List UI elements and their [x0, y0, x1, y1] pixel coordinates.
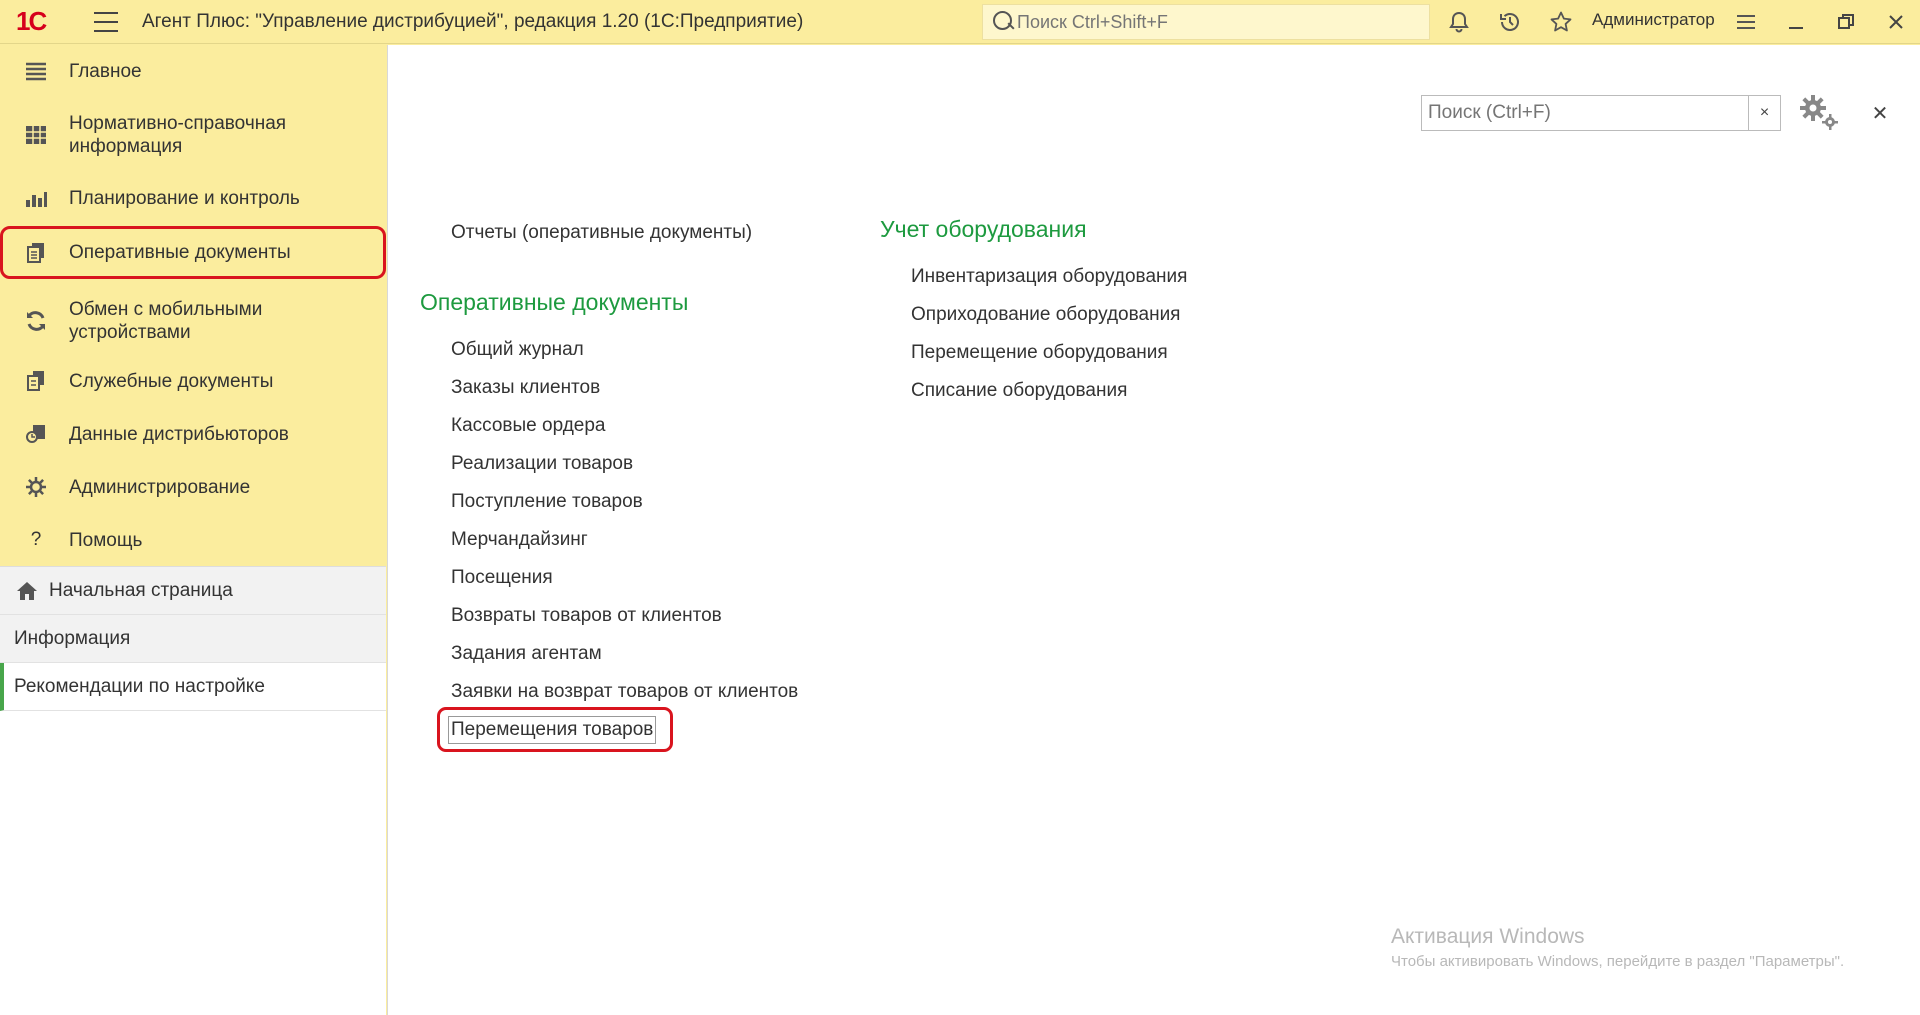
close-window-icon[interactable] [1882, 8, 1910, 36]
home-icon [16, 579, 40, 603]
group-title-equipment: Учет оборудования [880, 216, 1087, 242]
main-menu-button[interactable] [94, 11, 118, 32]
link-sales[interactable]: Реализации товаров [451, 453, 633, 475]
sidebar-item-planning[interactable]: Планирование и контроль [0, 176, 386, 220]
sync-icon [24, 309, 48, 333]
link-general-journal[interactable]: Общий журнал [451, 339, 584, 361]
sidebar-item-label: Администрирование [69, 476, 251, 498]
link-merchandising[interactable]: Мерчандайзинг [451, 529, 588, 551]
history-icon[interactable] [1496, 8, 1524, 36]
sidebar-bottom-panel: Начальная страница Информация Рекомендац… [0, 566, 386, 1015]
link-equipment-inventory[interactable]: Инвентаризация оборудования [911, 266, 1187, 288]
sidebar-item-service-docs[interactable]: Служебные документы [0, 359, 386, 403]
sidebar-item-reference-info[interactable]: Нормативно-справочная информация [0, 105, 386, 165]
section-search[interactable]: × [1421, 95, 1781, 131]
sidebar-item-label: Оперативные документы [69, 242, 291, 263]
sidebar-item-help[interactable]: ? Помощь [0, 518, 386, 562]
gear-icon [24, 475, 48, 499]
main-panel: × ✕ Отчеты (оперативные документы) Опера… [387, 45, 1920, 1015]
sidebar-item-mobile-exchange[interactable]: Обмен с мобильными устройствами [0, 291, 386, 351]
bar-chart-icon [24, 186, 48, 210]
question-icon: ? [30, 529, 42, 550]
link-return-requests[interactable]: Заявки на возврат товаров от клиентов [451, 681, 798, 703]
group-title-operational-docs: Оперативные документы [420, 289, 689, 315]
app-title: Агент Плюс: "Управление дистрибуцией", р… [142, 10, 804, 32]
star-icon[interactable] [1547, 8, 1575, 36]
link-customer-orders[interactable]: Заказы клиентов [451, 377, 600, 399]
watermark-text: Чтобы активировать Windows, перейдите в … [1391, 953, 1845, 970]
link-goods-transfers[interactable]: Перемещения товаров [448, 716, 657, 744]
close-panel-icon[interactable]: ✕ [1867, 100, 1893, 126]
sidebar-item-label: Служебные документы [69, 370, 274, 392]
documents-icon [24, 241, 48, 265]
link-receipts[interactable]: Поступление товаров [451, 491, 643, 513]
information-label: Информация [14, 627, 131, 649]
link-equipment-transfer[interactable]: Перемещение оборудования [911, 342, 1168, 364]
sidebar: Главное Нормативно-справочная информация… [0, 45, 386, 1015]
section-search-input[interactable] [1422, 96, 1748, 130]
watermark-title: Активация Windows [1391, 925, 1585, 948]
restore-icon[interactable] [1832, 8, 1860, 36]
search-icon [989, 8, 1017, 36]
link-equipment-receipt[interactable]: Оприходование оборудования [911, 304, 1180, 326]
menu-lines-icon [24, 59, 48, 83]
link-equipment-writeoff[interactable]: Списание оборудования [911, 380, 1127, 402]
link-reports[interactable]: Отчеты (оперативные документы) [451, 222, 752, 244]
table-icon [24, 123, 48, 147]
link-cash-orders[interactable]: Кассовые ордера [451, 415, 606, 437]
clear-search-button[interactable]: × [1748, 96, 1780, 130]
sidebar-item-label: Планирование и контроль [69, 187, 300, 209]
sidebar-item-label: Обмен с мобильными устройствами [69, 299, 263, 343]
home-page-label: Начальная страница [49, 579, 233, 601]
link-customer-returns[interactable]: Возвраты товаров от клиентов [451, 605, 722, 627]
sidebar-item-distributor-data[interactable]: Данные дистрибьюторов [0, 412, 386, 456]
user-name[interactable]: Администратор [1592, 10, 1715, 30]
sidebar-item-label: Нормативно-справочная информация [69, 113, 287, 157]
sidebar-item-label: Данные дистрибьюторов [69, 423, 289, 445]
home-page-item[interactable]: Начальная страница [0, 567, 386, 615]
link-agent-tasks[interactable]: Задания агентам [451, 643, 602, 665]
setup-recommendations-label: Рекомендации по настройке [14, 675, 265, 697]
sidebar-item-administration[interactable]: Администрирование [0, 465, 386, 509]
bell-icon[interactable] [1445, 8, 1473, 36]
sidebar-item-operational-docs[interactable]: Оперативные документы [0, 226, 386, 279]
sidebar-item-label: Главное [69, 60, 142, 82]
setup-recommendations-item[interactable]: Рекомендации по настройке [0, 663, 386, 711]
windows-activation-watermark: Активация Windows Чтобы активировать Win… [1391, 925, 1844, 970]
service-docs-icon [24, 369, 48, 393]
distributor-data-icon [24, 422, 48, 446]
app-logo: 1С [16, 6, 47, 36]
settings-lines-icon[interactable] [1732, 8, 1760, 36]
link-visits[interactable]: Посещения [451, 567, 553, 589]
global-search-input[interactable] [1017, 11, 1417, 33]
minimize-icon[interactable] [1782, 8, 1810, 36]
sidebar-item-main[interactable]: Главное [0, 49, 386, 93]
settings-gear-icon[interactable] [1798, 93, 1842, 133]
global-search[interactable] [982, 4, 1430, 40]
sidebar-item-label: Помощь [69, 529, 143, 551]
information-item[interactable]: Информация [0, 615, 386, 663]
